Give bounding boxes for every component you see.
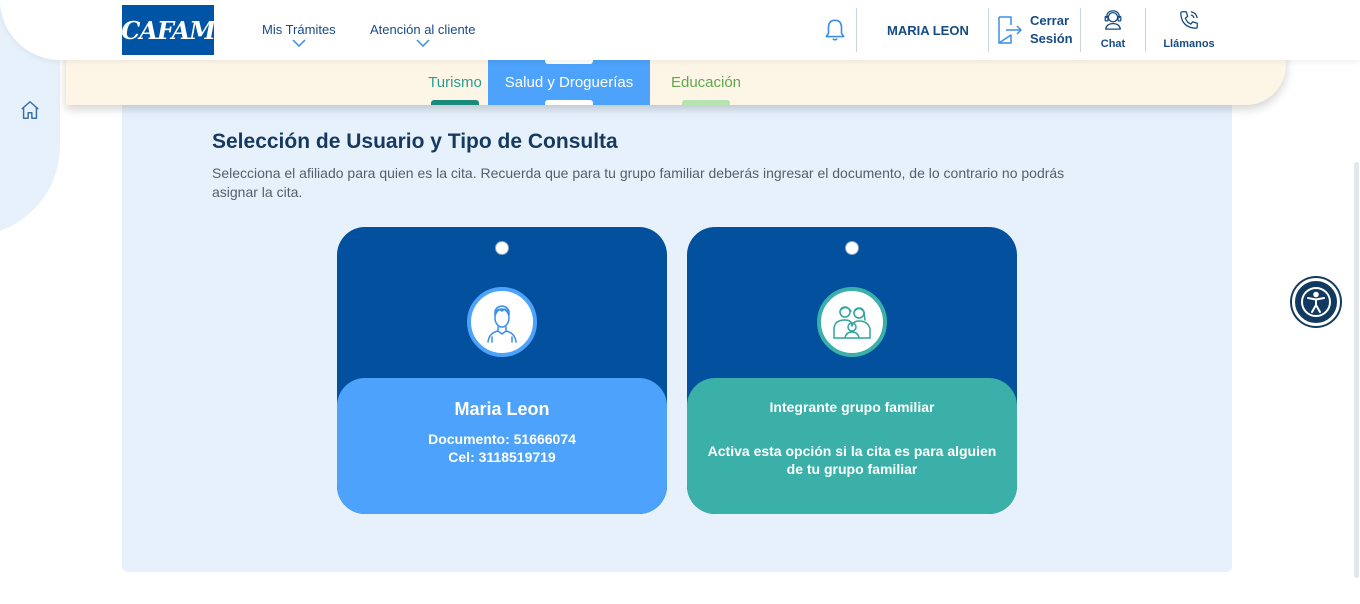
- nav-atencion-cliente[interactable]: Atención al cliente: [370, 22, 476, 47]
- header-divider: [1080, 8, 1081, 52]
- phone-icon: [1180, 11, 1198, 29]
- logout-button[interactable]: Cerrar Sesión: [996, 12, 1073, 48]
- nav-label: Mis Trámites: [262, 22, 336, 37]
- header-divider: [1145, 8, 1146, 52]
- family-card-radio[interactable]: [845, 241, 859, 255]
- person-icon: [487, 305, 517, 343]
- section-description: Selecciona el afiliado para quien es la …: [212, 165, 1065, 200]
- scrollbar[interactable]: [1354, 162, 1359, 578]
- nav-label: Atención al cliente: [370, 22, 476, 37]
- user-card[interactable]: Maria Leon Documento: 51666074 Cel: 3118…: [337, 227, 667, 514]
- family-card-info: Integrante grupo familiar Activa esta op…: [687, 378, 1017, 514]
- tab-label: Turismo: [428, 74, 482, 91]
- home-icon: [21, 101, 39, 119]
- header-divider: [988, 8, 989, 52]
- call-button[interactable]: Llámanos: [1162, 9, 1216, 50]
- header: CAFAM Mis Trámites Atención al cliente M…: [0, 0, 1360, 60]
- user-card-radio[interactable]: [495, 241, 509, 255]
- content-panel: Selección de Usuario y Tipo de Consulta …: [122, 96, 1232, 572]
- chevron-down-icon: [292, 39, 306, 47]
- user-cel: Cel: 3118519719: [448, 449, 556, 465]
- accessibility-button[interactable]: [1292, 278, 1340, 326]
- tab-salud-droguerias[interactable]: Salud y Droguerías: [488, 60, 650, 105]
- chat-label: Chat: [1100, 38, 1126, 50]
- tab-label: Salud y Droguerías: [504, 74, 634, 91]
- home-button[interactable]: [18, 98, 42, 122]
- page: Selección de Usuario y Tipo de Consulta …: [0, 0, 1360, 604]
- family-icon: [833, 306, 871, 339]
- accessibility-icon: [1301, 287, 1331, 317]
- user-name: Maria Leon: [454, 399, 550, 419]
- user-card-info: Maria Leon Documento: 51666074 Cel: 3118…: [337, 378, 667, 514]
- call-label: Llámanos: [1163, 38, 1215, 50]
- family-card[interactable]: Integrante grupo familiar Activa esta op…: [687, 227, 1017, 514]
- logout-icon: [998, 16, 1022, 44]
- bell-icon: [825, 19, 845, 41]
- logout-label-1: Cerrar: [1030, 13, 1070, 28]
- user-avatar: [467, 287, 537, 357]
- user-document: Documento: 51666074: [428, 431, 576, 447]
- family-card-description: Activa esta opción si la cita es para al…: [707, 443, 997, 477]
- headset-icon: [1104, 10, 1122, 30]
- user-name-header: MARIA LEON: [887, 23, 969, 38]
- tab-indicator: [545, 100, 593, 105]
- cafam-logo[interactable]: CAFAM: [121, 5, 216, 55]
- section-title: Selección de Usuario y Tipo de Consulta: [212, 130, 618, 153]
- tab-educacion[interactable]: Educación: [656, 60, 756, 105]
- nav-mis-tramites[interactable]: Mis Trámites: [262, 22, 336, 47]
- chevron-down-icon: [416, 39, 430, 47]
- tab-indicator: [431, 100, 479, 105]
- tab-indicator-top: [545, 60, 593, 64]
- chat-button[interactable]: Chat: [1097, 9, 1129, 50]
- header-divider: [856, 8, 857, 52]
- tab-label: Educación: [670, 74, 742, 91]
- tab-indicator: [682, 100, 730, 105]
- notifications-button[interactable]: [822, 17, 848, 43]
- family-card-title: Integrante grupo familiar: [769, 399, 935, 415]
- family-avatar: [817, 287, 887, 357]
- logout-label-2: Sesión: [1030, 31, 1073, 46]
